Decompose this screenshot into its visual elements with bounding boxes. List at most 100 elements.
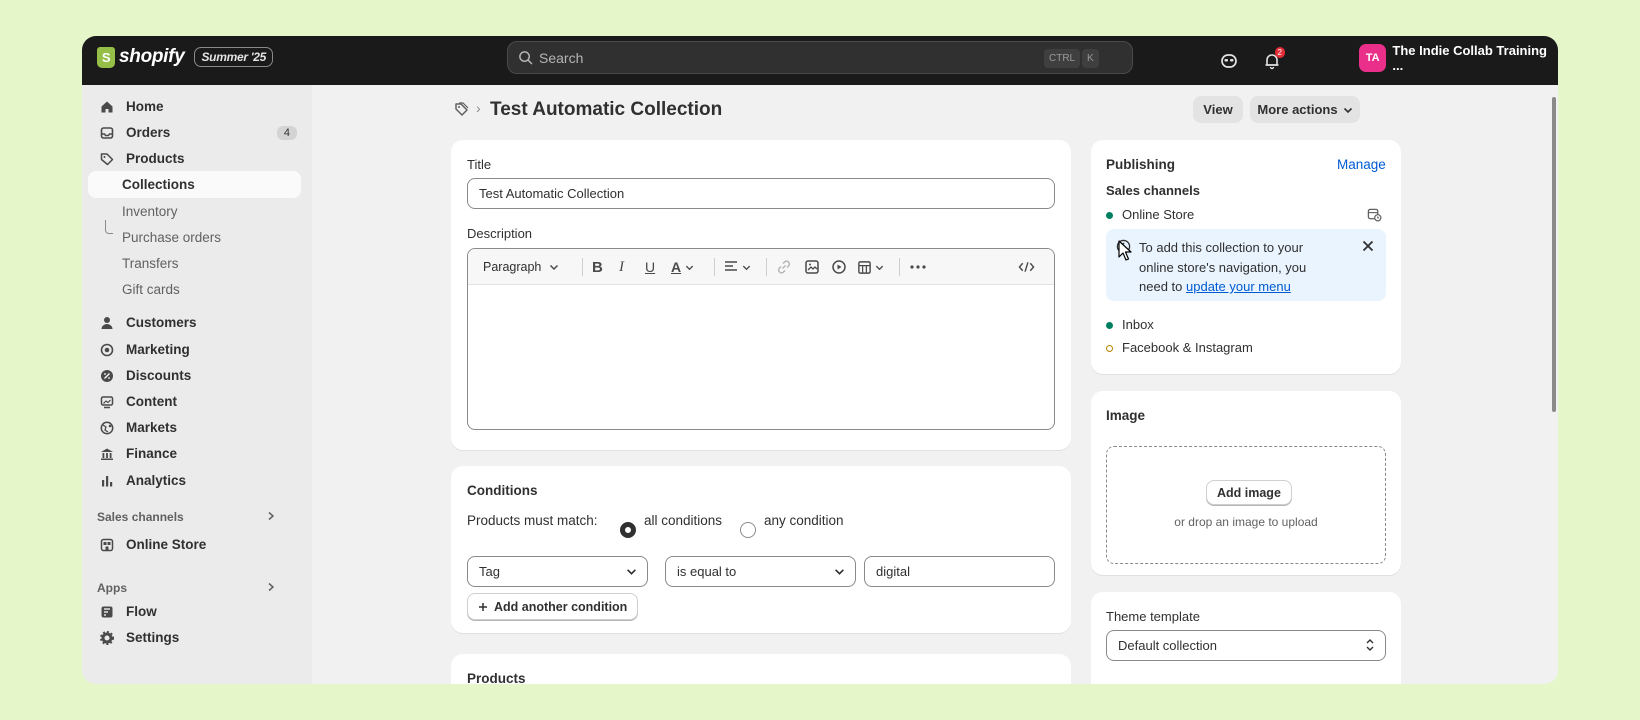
brand-name: shopify — [119, 46, 185, 67]
theme-template-card: Theme template Default collection — [1091, 592, 1401, 684]
any-condition-radio[interactable] — [740, 522, 756, 538]
sidebar-item-customers[interactable]: Customers — [88, 309, 301, 336]
apps-chevron-icon[interactable] — [266, 581, 276, 595]
editor-toolbar: Paragraph B I U A — [468, 249, 1054, 285]
title-input[interactable]: Test Automatic Collection — [467, 178, 1055, 209]
sidebar-item-finance[interactable]: Finance — [88, 440, 301, 467]
sidebar-item-home[interactable]: Home — [88, 93, 301, 120]
bar-chart-icon — [100, 474, 120, 488]
add-image-button[interactable]: Add image — [1206, 480, 1292, 505]
schedule-icon[interactable] — [1367, 207, 1382, 225]
condition-value-input[interactable]: digital — [864, 556, 1055, 587]
collections-breadcrumb-icon[interactable] — [454, 101, 470, 120]
facebook-status-dot — [1106, 345, 1113, 352]
all-conditions-radio[interactable] — [620, 522, 636, 538]
sidebar-item-analytics[interactable]: Analytics — [88, 467, 301, 494]
code-view-icon[interactable] — [1018, 258, 1035, 276]
plus-icon — [479, 602, 487, 611]
chevron-down-icon — [550, 264, 559, 271]
home-icon — [100, 100, 120, 114]
search-input[interactable]: Search CTRL K — [507, 41, 1133, 74]
chevron-down-icon — [627, 569, 636, 575]
top-bar: S shopify Summer '25 Search CTRL K 2 TA … — [82, 36, 1558, 85]
sidebar-label-transfers: Transfers — [122, 256, 179, 271]
publishing-heading: Publishing — [1106, 157, 1175, 172]
details-card: Title Test Automatic Collection Descript… — [451, 140, 1071, 450]
description-editor[interactable]: Paragraph B I U A — [467, 248, 1055, 430]
store-menu[interactable]: TA The Indie Collab Training ... — [1359, 43, 1558, 73]
image-dropzone[interactable]: Add image or drop an image to upload — [1106, 446, 1386, 564]
more-actions-label: More actions — [1257, 102, 1338, 117]
title-label: Title — [467, 157, 492, 172]
sidebar-item-marketing[interactable]: Marketing — [88, 336, 301, 363]
chevron-down-icon — [1343, 107, 1352, 113]
video-icon[interactable] — [831, 258, 847, 276]
sales-channels-heading: Sales channels — [97, 510, 184, 524]
text-color-icon[interactable]: A — [671, 258, 694, 276]
notification-bell-icon[interactable]: 2 — [1261, 47, 1285, 72]
mouse-cursor-icon — [1118, 240, 1132, 265]
sidebar-item-settings[interactable]: Settings — [88, 624, 301, 651]
bold-icon[interactable]: B — [592, 258, 603, 276]
paragraph-style-select[interactable]: Paragraph — [483, 258, 559, 276]
sidebar-item-transfers[interactable]: Transfers — [88, 250, 301, 277]
more-options-icon[interactable] — [910, 258, 926, 276]
sidebar-item-products[interactable]: Products — [88, 145, 301, 172]
apps-heading: Apps — [97, 581, 127, 595]
sidebar-item-flow[interactable]: Flow — [88, 598, 301, 625]
sidebar-item-collections[interactable]: Collections — [88, 171, 301, 198]
inbox-icon — [100, 126, 120, 140]
sidebar-item-content[interactable]: Content — [88, 388, 301, 415]
conditions-card: Conditions Products must match: all cond… — [451, 466, 1071, 633]
condition-field-value: Tag — [479, 564, 500, 579]
sidebar-label-online-store: Online Store — [126, 537, 207, 552]
image-card: Image Add image or drop an image to uplo… — [1091, 391, 1401, 575]
manage-link[interactable]: Manage — [1337, 157, 1386, 172]
italic-icon[interactable]: I — [619, 258, 624, 276]
all-conditions-label[interactable]: all conditions — [644, 513, 722, 528]
sidebar-item-orders[interactable]: Orders 4 — [88, 119, 301, 146]
link-icon[interactable] — [776, 258, 792, 276]
sidebar: Home Orders 4 Products Collections Inven… — [82, 85, 312, 684]
sidebar-item-online-store[interactable]: Online Store — [88, 531, 301, 558]
add-condition-button[interactable]: Add another condition — [467, 593, 639, 620]
edition-badge[interactable]: Summer '25 — [194, 47, 274, 67]
app-window: S shopify Summer '25 Search CTRL K 2 TA … — [82, 36, 1558, 684]
close-icon[interactable] — [1362, 240, 1374, 255]
sidebar-item-markets[interactable]: Markets — [88, 414, 301, 441]
sidebar-label-gift-cards: Gift cards — [122, 282, 180, 297]
sales-channels-chevron-icon[interactable] — [266, 510, 276, 524]
theme-template-value: Default collection — [1118, 638, 1217, 653]
condition-field-select[interactable]: Tag — [467, 556, 648, 587]
align-icon[interactable] — [724, 258, 751, 276]
any-condition-label[interactable]: any condition — [764, 513, 844, 528]
scrollbar-thumb[interactable] — [1552, 97, 1556, 412]
conditions-heading: Conditions — [467, 483, 538, 498]
sidebar-item-discounts[interactable]: Discounts — [88, 362, 301, 389]
orders-count-badge: 4 — [276, 125, 297, 140]
view-button[interactable]: View — [1193, 96, 1243, 123]
sidebar-item-gift-cards[interactable]: Gift cards — [88, 276, 301, 303]
toolbar-divider — [582, 258, 583, 276]
sidebar-item-inventory[interactable]: Inventory — [88, 198, 301, 225]
shopify-logo[interactable]: S shopify Summer '25 — [97, 46, 274, 68]
condition-operator-select[interactable]: is equal to — [665, 556, 856, 587]
chevron-up-down-icon — [1366, 639, 1374, 651]
update-menu-link[interactable]: update your menu — [1186, 279, 1291, 294]
sidebar-item-purchase-orders[interactable]: Purchase orders — [88, 224, 301, 251]
sidekick-icon[interactable] — [1218, 50, 1240, 72]
theme-template-select[interactable]: Default collection — [1106, 630, 1386, 661]
scrollbar[interactable] — [1550, 91, 1558, 412]
flow-icon — [100, 605, 120, 619]
notification-count: 2 — [1274, 47, 1285, 58]
toolbar-divider — [714, 258, 715, 276]
table-icon[interactable] — [857, 258, 884, 276]
more-actions-button[interactable]: More actions — [1250, 96, 1360, 123]
image-icon[interactable] — [804, 258, 820, 276]
discount-icon — [100, 369, 120, 383]
underline-icon[interactable]: U — [645, 258, 655, 276]
person-icon — [100, 316, 120, 330]
sidebar-label-home: Home — [126, 99, 164, 114]
shortcut-ctrl: CTRL — [1044, 49, 1081, 68]
sidebar-label-markets: Markets — [126, 420, 178, 435]
